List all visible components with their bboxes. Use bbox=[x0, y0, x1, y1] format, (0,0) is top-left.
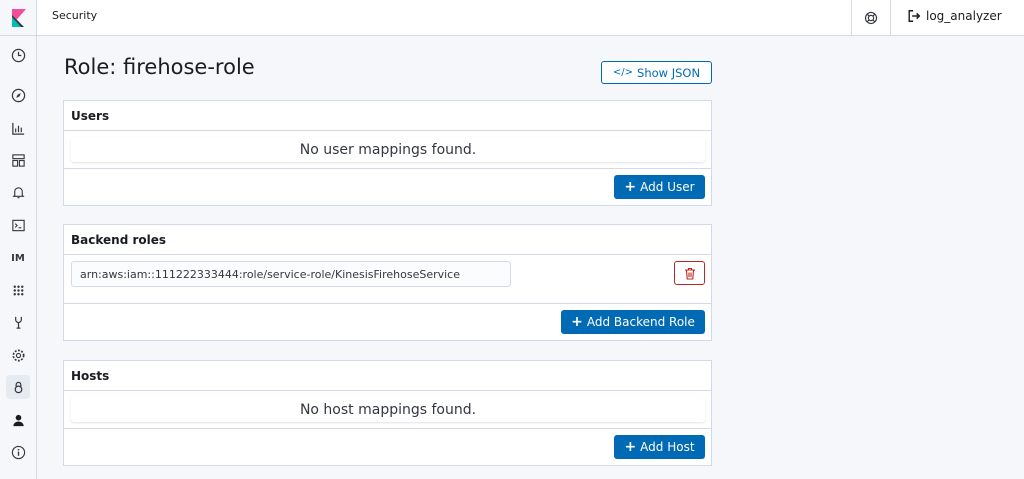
hosts-list: No host mappings found. bbox=[64, 391, 711, 429]
hosts-panel: Hosts No host mappings found. + Add Host bbox=[63, 360, 712, 466]
page-title: Role: firehose-role bbox=[64, 55, 255, 79]
security-lock-icon[interactable] bbox=[6, 375, 30, 399]
show-json-label: Show JSON bbox=[637, 65, 701, 80]
console-icon[interactable] bbox=[6, 213, 30, 237]
users-panel: Users No user mappings found. + Add User bbox=[63, 100, 712, 206]
users-heading: Users bbox=[64, 101, 711, 131]
plus-icon: + bbox=[624, 439, 637, 455]
code-icon: </> bbox=[612, 67, 634, 78]
user-menu[interactable]: log_analyzer bbox=[907, 7, 1002, 25]
clock-icon[interactable] bbox=[6, 43, 30, 67]
delete-backend-role-button[interactable] bbox=[674, 261, 705, 285]
add-backend-role-label: Add Backend Role bbox=[586, 315, 695, 329]
hosts-empty-message: No host mappings found. bbox=[71, 397, 705, 422]
show-json-button[interactable]: </> Show JSON bbox=[601, 61, 712, 84]
info-icon[interactable] bbox=[6, 440, 30, 464]
side-nav: IM bbox=[0, 0, 37, 479]
backend-role-row: arn:aws:iam::111222333444:role/service-r… bbox=[64, 255, 711, 304]
backend-roles-panel: Backend roles arn:aws:iam::111222333444:… bbox=[63, 224, 712, 341]
breadcrumb[interactable]: Security bbox=[52, 9, 97, 22]
plus-icon: + bbox=[571, 314, 583, 330]
backend-role-input[interactable]: arn:aws:iam::111222333444:role/service-r… bbox=[71, 261, 511, 287]
help-button[interactable] bbox=[851, 0, 891, 36]
dashboard-icon[interactable] bbox=[6, 148, 30, 172]
user-icon[interactable] bbox=[6, 408, 30, 432]
add-host-button[interactable]: + Add Host bbox=[614, 435, 705, 459]
visualize-icon[interactable] bbox=[6, 116, 30, 140]
kibana-logo-icon[interactable] bbox=[0, 0, 37, 36]
devtools-icon[interactable] bbox=[6, 310, 30, 334]
logout-icon bbox=[908, 10, 921, 22]
backend-roles-heading: Backend roles bbox=[64, 225, 711, 255]
trash-icon bbox=[684, 267, 695, 280]
nav-im-label[interactable]: IM bbox=[6, 246, 30, 270]
add-user-label: Add User bbox=[640, 180, 695, 194]
users-empty-message: No user mappings found. bbox=[71, 137, 705, 162]
grid-icon[interactable] bbox=[6, 278, 30, 302]
user-name: log_analyzer bbox=[926, 9, 1002, 23]
plus-icon: + bbox=[624, 179, 637, 195]
add-backend-role-button[interactable]: + Add Backend Role bbox=[561, 310, 705, 334]
compass-icon[interactable] bbox=[6, 83, 30, 107]
alert-bell-icon[interactable] bbox=[6, 180, 30, 204]
top-header: Security log_analyzer bbox=[37, 0, 1024, 36]
users-list: No user mappings found. bbox=[64, 131, 711, 169]
add-user-button[interactable]: + Add User bbox=[614, 175, 705, 199]
gear-icon[interactable] bbox=[6, 343, 30, 367]
users-footer: + Add User bbox=[64, 169, 711, 205]
hosts-footer: + Add Host bbox=[64, 429, 711, 465]
backend-roles-footer: + Add Backend Role bbox=[64, 304, 711, 340]
add-host-label: Add Host bbox=[640, 440, 695, 454]
hosts-heading: Hosts bbox=[64, 361, 711, 391]
help-lifebuoy-icon bbox=[864, 11, 878, 25]
